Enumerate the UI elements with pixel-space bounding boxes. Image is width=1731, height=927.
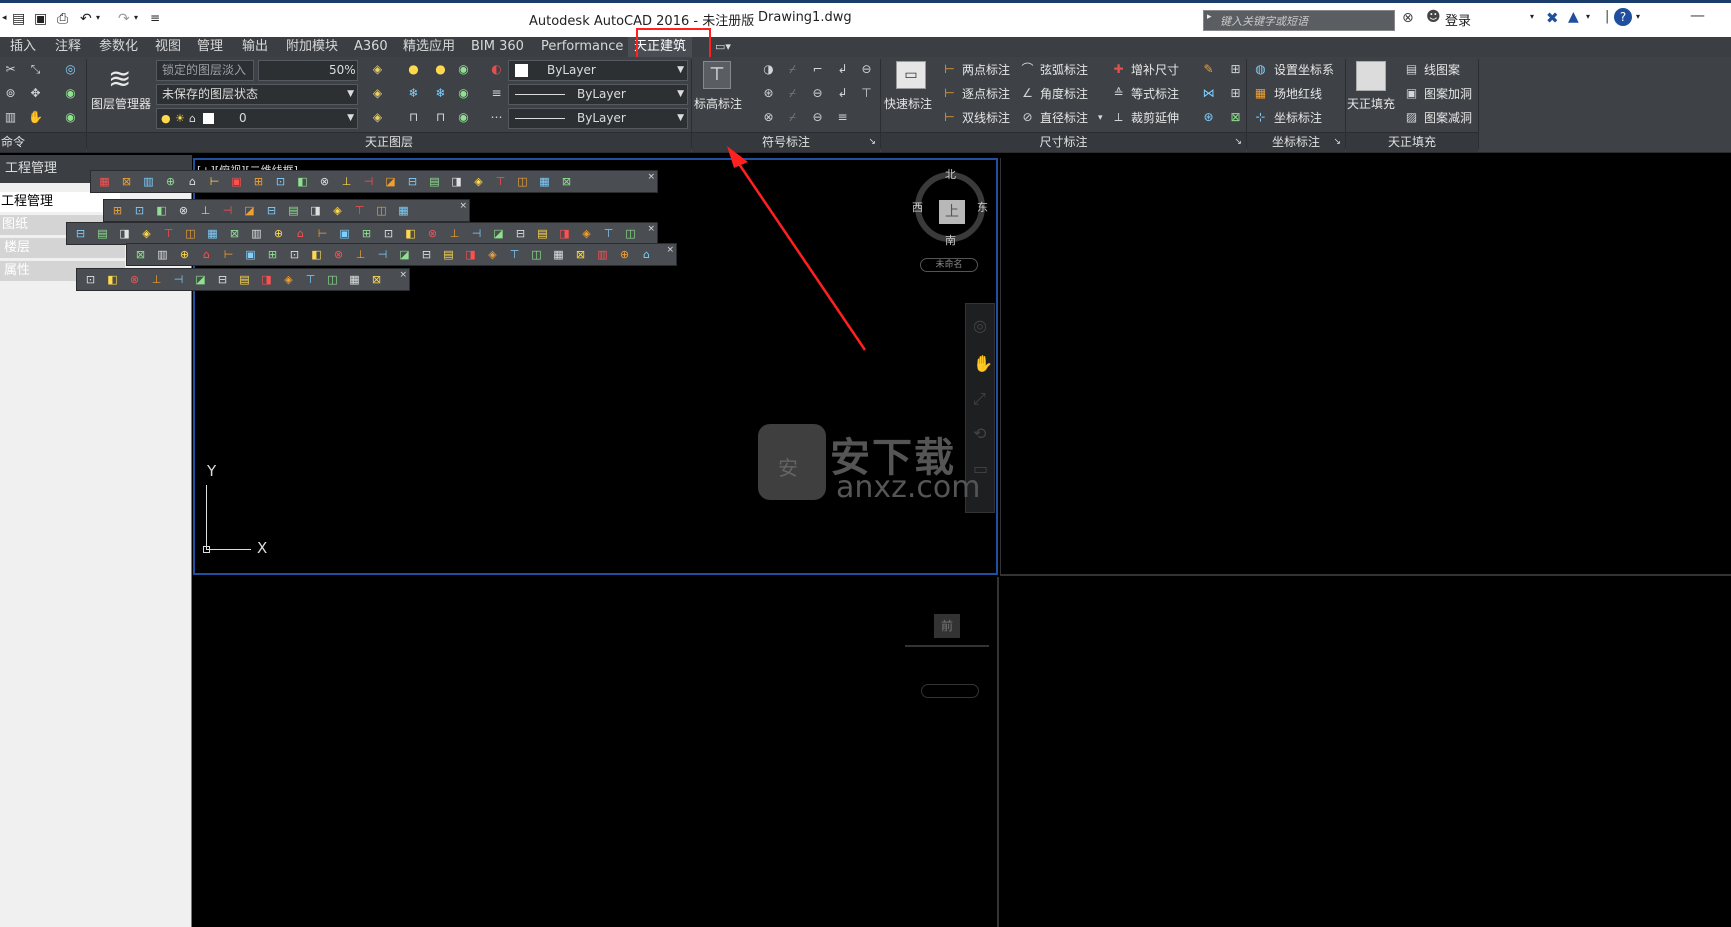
annotation-arrow: [727, 146, 867, 351]
arrow-head: [727, 146, 748, 168]
arrow-shaft: [733, 157, 867, 351]
